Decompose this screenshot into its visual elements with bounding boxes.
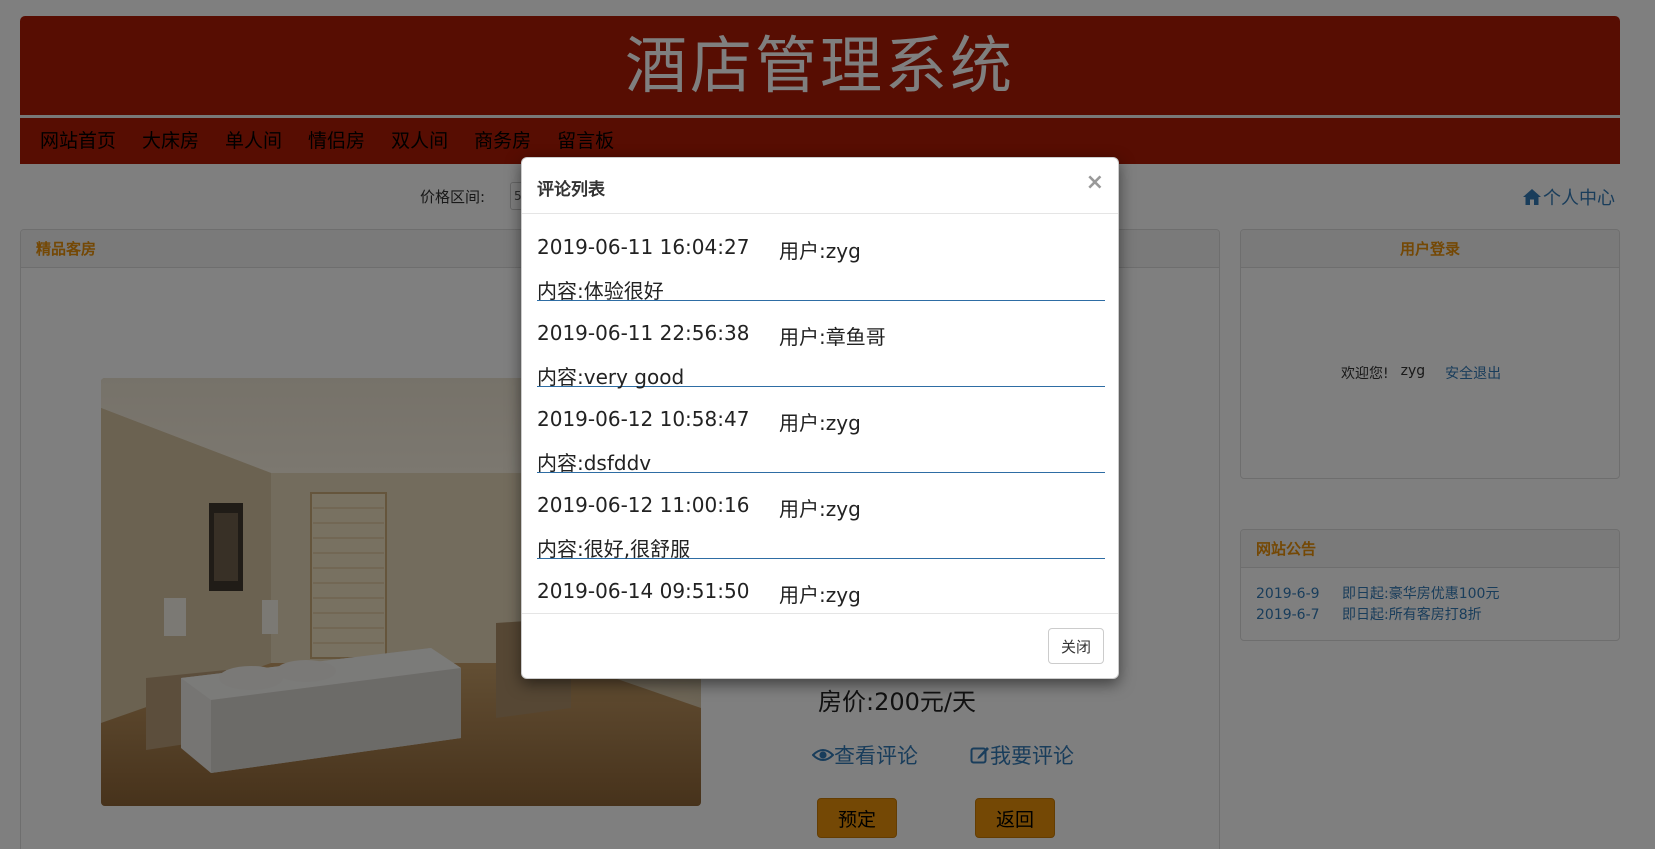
close-icon[interactable]: × <box>1086 170 1104 195</box>
comment-time: 2019-06-12 10:58:47 <box>537 407 750 431</box>
comment-user: 用户:zyg <box>779 497 861 521</box>
comment-user: 用户:zyg <box>779 239 861 263</box>
comment-content: 内容:very good <box>537 365 685 389</box>
comment-user: 用户:章鱼哥 <box>779 325 886 349</box>
comment-item: 2019-06-14 09:51:50 用户:zyg <box>537 559 1105 615</box>
comment-list[interactable]: 2019-06-11 16:04:27 用户:zyg 内容:体验很好 2019-… <box>537 215 1105 615</box>
comment-time: 2019-06-14 09:51:50 <box>537 579 750 603</box>
comment-time: 2019-06-11 22:56:38 <box>537 321 750 345</box>
comment-item: 2019-06-11 22:56:38 用户:章鱼哥 内容:very good <box>537 301 1105 389</box>
comment-list-modal: 评论列表 × 2019-06-11 16:04:27 用户:zyg 内容:体验很… <box>521 157 1119 679</box>
comment-user: 用户:zyg <box>779 583 861 607</box>
comment-time: 2019-06-11 16:04:27 <box>537 235 750 259</box>
modal-header: 评论列表 × <box>522 158 1118 214</box>
comment-content: 内容:体验很好 <box>537 279 664 303</box>
modal-footer: 关闭 <box>522 613 1118 678</box>
modal-title: 评论列表 <box>537 180 605 200</box>
comment-item: 2019-06-11 16:04:27 用户:zyg 内容:体验很好 <box>537 215 1105 303</box>
comment-user: 用户:zyg <box>779 411 861 435</box>
comment-item: 2019-06-12 10:58:47 用户:zyg 内容:dsfddv <box>537 387 1105 475</box>
comment-content: 内容:dsfddv <box>537 451 652 475</box>
modal-close-button[interactable]: 关闭 <box>1048 628 1104 664</box>
comment-item: 2019-06-12 11:00:16 用户:zyg 内容:很好,很舒服 <box>537 473 1105 561</box>
comment-time: 2019-06-12 11:00:16 <box>537 493 750 517</box>
comment-content: 内容:很好,很舒服 <box>537 537 691 561</box>
